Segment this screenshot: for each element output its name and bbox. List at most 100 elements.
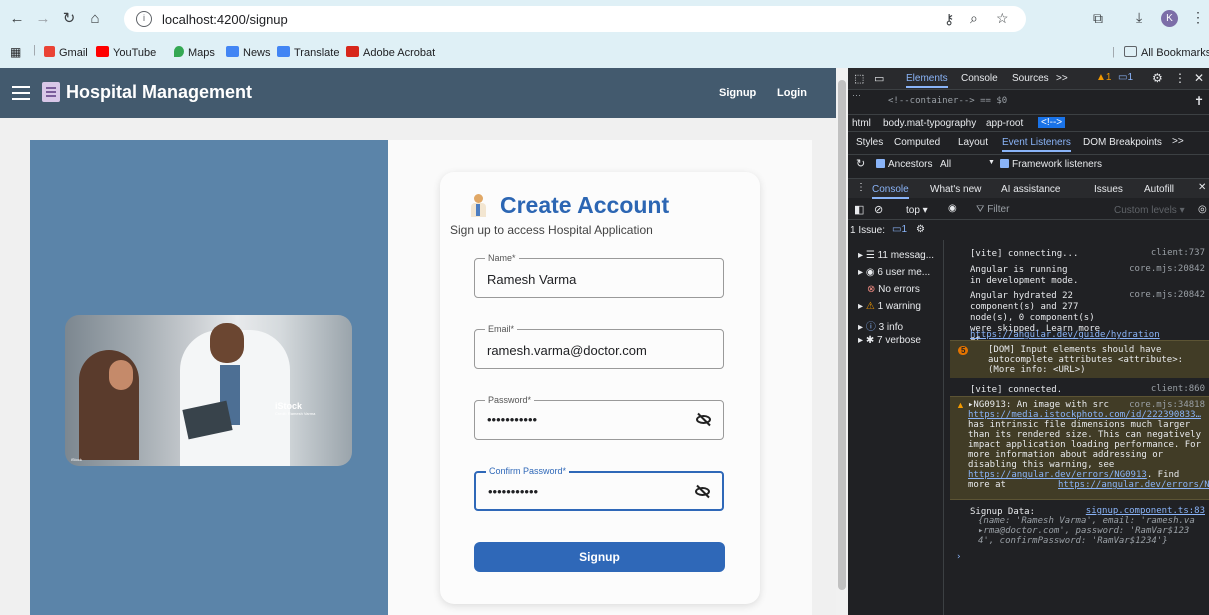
sidebar-verbose[interactable]: ▸ ✱ 7 verbose bbox=[858, 335, 921, 346]
download-icon[interactable]: ⤓ bbox=[1136, 9, 1142, 26]
settings-gear-icon[interactable]: ⚙ bbox=[1152, 71, 1163, 85]
bookmark-translate[interactable]: Translate bbox=[277, 46, 339, 59]
device-toolbar-icon[interactable]: ▭ bbox=[874, 72, 884, 85]
email-field[interactable]: Email* ramesh.varma@doctor.com bbox=[474, 324, 724, 369]
signup-button[interactable]: Signup bbox=[474, 542, 725, 572]
dom-selected-node[interactable]: <!--container--> == $0 bbox=[888, 96, 1007, 106]
ng0913-link-2[interactable]: https://angular.dev/errors/NG0913 bbox=[1058, 480, 1209, 490]
bookmarks-divider: | bbox=[33, 44, 36, 56]
confirm-password-field[interactable]: Confirm Password* ••••••••••• bbox=[474, 466, 724, 511]
crumb-comment[interactable]: <!--> bbox=[1038, 117, 1066, 128]
sidebar-info[interactable]: ▸ ⓘ 3 info bbox=[858, 318, 903, 333]
repeat-count-badge[interactable]: 5 bbox=[958, 346, 969, 355]
framework-listeners-checkbox[interactable]: Framework listeners bbox=[1000, 159, 1102, 170]
all-bookmarks[interactable]: All Bookmarks bbox=[1124, 46, 1209, 59]
listener-filter-select[interactable]: All bbox=[940, 159, 951, 170]
tab-event-listeners[interactable]: Event Listeners bbox=[1002, 137, 1071, 152]
warning-count-badge[interactable]: ▲1 bbox=[1096, 72, 1111, 83]
issues-settings-icon[interactable]: ⚙ bbox=[916, 224, 925, 235]
drawer-tab-ai-assistance[interactable]: AI assistance bbox=[1001, 184, 1060, 195]
devtools-kebab-icon[interactable]: ⋮ bbox=[1174, 71, 1186, 85]
tab-dom-breakpoints[interactable]: DOM Breakpoints bbox=[1083, 137, 1162, 148]
hydration-link[interactable]: https://angular.dev/guide/hydration bbox=[970, 330, 1160, 340]
console-filter-input[interactable]: ⛛ Filter bbox=[976, 204, 1009, 215]
extensions-icon[interactable]: ⧉ bbox=[1093, 10, 1103, 27]
profile-avatar[interactable]: K bbox=[1161, 10, 1178, 27]
ng0913-link[interactable]: https://angular.dev/errors/NG0913 bbox=[968, 470, 1147, 480]
ancestors-checkbox[interactable]: Ancestors bbox=[876, 159, 932, 170]
bookmark-adobe-acrobat[interactable]: Adobe Acrobat bbox=[346, 46, 435, 59]
bookmark-maps[interactable]: Maps bbox=[174, 46, 215, 59]
sidebar-user-messages[interactable]: ▸ ◉ 6 user me... bbox=[858, 267, 930, 278]
drawer-tab-console[interactable]: Console bbox=[872, 184, 909, 199]
drawer-tabbar: ⋮ Console What's new AI assistance Issue… bbox=[848, 178, 1209, 199]
bookmark-news[interactable]: News bbox=[226, 46, 271, 59]
visibility-off-icon[interactable] bbox=[695, 485, 710, 497]
sidebar-messages[interactable]: ▸ ☰ 11 messag... bbox=[858, 250, 934, 261]
sidebar-toggle-icon[interactable]: ◧ bbox=[854, 203, 864, 216]
star-icon[interactable]: ☆ bbox=[996, 10, 1009, 27]
tab-styles[interactable]: Styles bbox=[856, 137, 883, 148]
drawer-tab-issues[interactable]: Issues bbox=[1094, 184, 1123, 195]
clear-console-icon[interactable]: ⊘ bbox=[874, 203, 883, 216]
address-bar[interactable]: i localhost:4200/signup ⚷ ⌕ ☆ bbox=[124, 6, 1026, 32]
tab-console[interactable]: Console bbox=[961, 73, 998, 84]
forward-arrow-icon[interactable]: → bbox=[34, 10, 52, 28]
apps-grid-icon[interactable]: ▦ bbox=[10, 45, 21, 59]
visibility-off-icon[interactable] bbox=[696, 413, 711, 425]
signup-component-source[interactable]: signup.component.ts:83 bbox=[1086, 506, 1205, 516]
log-levels-select[interactable]: Custom levels ▾ bbox=[1114, 205, 1185, 216]
sidebar-errors[interactable]: ⊗ No errors bbox=[867, 284, 920, 295]
menu-icon[interactable] bbox=[12, 82, 30, 102]
issues-link[interactable]: ▭1 bbox=[892, 224, 907, 235]
folder-icon bbox=[1124, 46, 1137, 57]
page-scrollbar[interactable] bbox=[836, 68, 848, 615]
password-field[interactable]: Password* ••••••••••• bbox=[474, 395, 724, 440]
crumb-html[interactable]: html bbox=[852, 118, 871, 129]
scrollbar-thumb[interactable] bbox=[838, 80, 846, 590]
crumb-body[interactable]: body.mat-typography bbox=[883, 118, 976, 129]
more-tabs-chevron[interactable]: >> bbox=[1056, 73, 1068, 84]
back-arrow-icon[interactable]: ← bbox=[8, 10, 26, 28]
devtools-resize-edge[interactable] bbox=[1202, 130, 1209, 615]
inspect-element-icon[interactable]: ⬚ bbox=[854, 72, 864, 85]
tab-computed[interactable]: Computed bbox=[894, 137, 940, 148]
nav-login-link[interactable]: Login bbox=[777, 87, 807, 99]
context-select[interactable]: top ▾ bbox=[906, 205, 928, 216]
tab-layout[interactable]: Layout bbox=[958, 137, 988, 148]
message-source[interactable]: core.mjs:20842 bbox=[1129, 290, 1205, 300]
name-field[interactable]: Name* Ramesh Varma bbox=[474, 253, 724, 298]
styles-more-chevron[interactable]: >> bbox=[1172, 136, 1184, 147]
message-source[interactable]: core.mjs:34818 bbox=[1129, 400, 1205, 410]
drawer-menu-icon[interactable]: ⋮ bbox=[856, 182, 866, 193]
bookmark-youtube[interactable]: YouTube bbox=[96, 46, 156, 59]
nav-signup-link[interactable]: Signup bbox=[719, 87, 756, 99]
accessibility-icon[interactable]: ✝ bbox=[1194, 94, 1204, 108]
eye-icon[interactable]: ◉ bbox=[948, 203, 957, 214]
site-info-icon[interactable]: i bbox=[136, 11, 152, 27]
sidebar-warnings[interactable]: ▸ ⚠ 1 warning bbox=[858, 301, 921, 312]
zoom-icon[interactable]: ⌕ bbox=[970, 10, 978, 27]
bookmark-gmail[interactable]: Gmail bbox=[44, 46, 88, 59]
console-message: Angular is running in development mode. bbox=[970, 265, 1079, 286]
reload-icon[interactable]: ↻ bbox=[60, 10, 78, 28]
signup-data-object[interactable]: {name: 'Ramesh Varma', email: 'ramesh.va… bbox=[978, 516, 1208, 546]
istock-image-link[interactable]: https://media.istockphoto.com/id/2223908… bbox=[968, 410, 1203, 420]
console-prompt[interactable]: › bbox=[956, 552, 961, 562]
crumb-app-root[interactable]: app-root bbox=[986, 118, 1023, 129]
drawer-tab-whats-new[interactable]: What's new bbox=[930, 184, 981, 195]
refresh-icon[interactable]: ↻ bbox=[856, 157, 865, 170]
issue-count-badge[interactable]: ▭1 bbox=[1118, 72, 1133, 83]
dom-ellipsis[interactable]: ⋯ bbox=[852, 90, 861, 101]
message-source[interactable]: core.mjs:20842 bbox=[1129, 264, 1205, 274]
kebab-menu-icon[interactable]: ⋮ bbox=[1191, 9, 1205, 26]
password-key-icon[interactable]: ⚷ bbox=[944, 11, 954, 28]
photo-watermark: iStock bbox=[275, 401, 303, 411]
tab-elements[interactable]: Elements bbox=[906, 73, 948, 88]
drawer-tab-autofill[interactable]: Autofill bbox=[1144, 184, 1174, 195]
signup-card: Create Account Sign up to access Hospita… bbox=[440, 172, 760, 604]
home-icon[interactable]: ⌂ bbox=[86, 10, 104, 28]
close-devtools-icon[interactable]: ✕ bbox=[1194, 71, 1204, 85]
dropdown-caret-icon[interactable]: ▼ bbox=[988, 159, 995, 166]
tab-sources[interactable]: Sources bbox=[1012, 73, 1049, 84]
